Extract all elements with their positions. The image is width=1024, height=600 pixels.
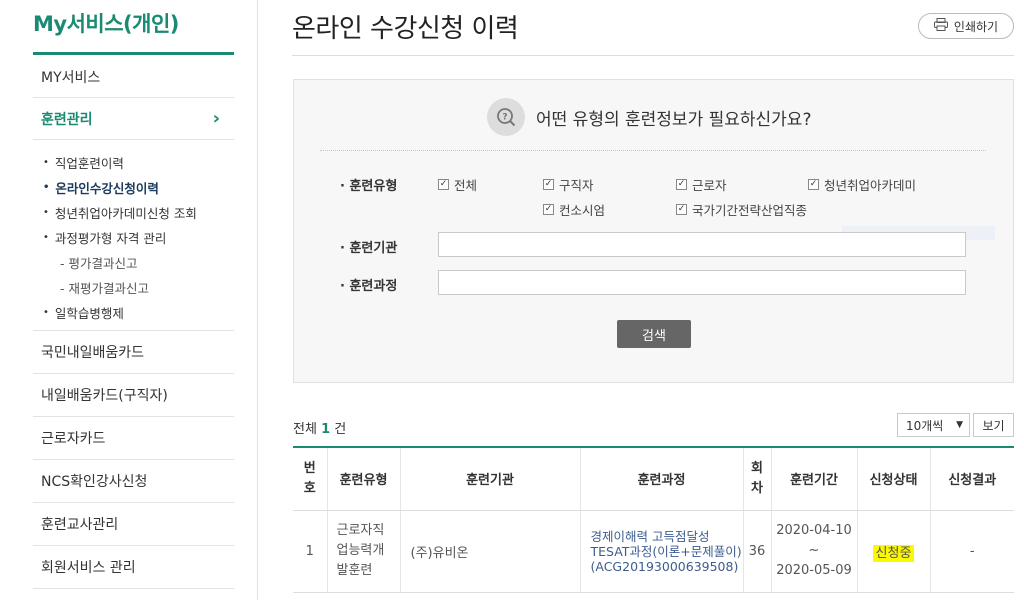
checkbox-youth-academy[interactable]: ✓ 청년취업아카데미 <box>808 175 916 194</box>
col-number: 번호 <box>293 447 328 511</box>
col-status: 신청상태 <box>857 447 931 511</box>
sidebar-item-member-service[interactable]: 회원서비스 관리 <box>33 546 234 589</box>
sidebar-item-training-management[interactable]: 훈련관리 › <box>33 98 234 140</box>
training-org-input[interactable] <box>438 232 966 257</box>
checkbox-jobseeker[interactable]: ✓ 구직자 <box>543 175 594 194</box>
search-question: 어떤 유형의 훈련정보가 필요하신가요? <box>536 110 812 130</box>
sidebar-item-national-card[interactable]: 국민내일배움카드 <box>33 331 234 374</box>
cell-round: 36 <box>743 510 772 593</box>
sidebar-title-underline <box>33 52 234 55</box>
training-org-label: · 훈련기관 <box>340 241 398 256</box>
sub-item-label: 직업훈련이력 <box>54 156 124 171</box>
sub-item-youth-academy[interactable]: • 청년취업아카데미신청 조회 <box>43 203 197 222</box>
col-course: 훈련과정 <box>580 447 744 511</box>
cell-course-link[interactable]: 경제이해력 고득점달성 TESAT과정(이론+문제풀이)(ACG20193000… <box>580 510 744 593</box>
training-type-label: · 훈련유형 <box>340 179 398 194</box>
search-button[interactable]: 검색 <box>617 320 691 348</box>
sidebar-item-ncs-instructor[interactable]: NCS확인강사신청 <box>33 460 234 503</box>
sub-item-course-evaluation[interactable]: • 과정평가형 자격 관리 <box>43 228 166 247</box>
training-org-label-text: 훈련기관 <box>349 241 398 256</box>
checkbox-national-strategic[interactable]: ✓ 국가기간전략산업직종 <box>676 200 807 219</box>
sidebar-item-worker-card[interactable]: 근로자카드 <box>33 417 234 460</box>
print-button[interactable]: 인쇄하기 <box>918 13 1014 39</box>
checkbox-all[interactable]: ✓ 전체 <box>438 175 477 194</box>
sub-item-work-learning[interactable]: • 일학습병행제 <box>43 303 124 322</box>
checkbox-checked-icon: ✓ <box>438 179 449 190</box>
sub-sub-item-label: 평가결과신고 <box>68 256 138 271</box>
page-size-value: 10개씩 <box>906 418 944 433</box>
total-prefix: 전체 <box>293 422 317 437</box>
page-size-select[interactable]: 10개씩 ▼ <box>897 413 970 437</box>
sub-item-training-history[interactable]: • 직업훈련이력 <box>43 153 124 172</box>
checkbox-worker[interactable]: ✓ 근로자 <box>676 175 727 194</box>
results-table: 번호 훈련유형 훈련기관 훈련과정 회차 훈련기간 신청상태 신청결과 1 근로… <box>293 446 1014 593</box>
page-title: 온라인 수강신청 이력 <box>292 14 519 44</box>
print-label: 인쇄하기 <box>953 19 999 34</box>
dotted-divider <box>320 150 986 151</box>
view-button[interactable]: 보기 <box>973 413 1014 437</box>
checkbox-checked-icon: ✓ <box>808 179 819 190</box>
checkbox-checked-icon: ✓ <box>676 179 687 190</box>
title-divider <box>292 55 1014 56</box>
chevron-right-icon: › <box>212 108 220 129</box>
cell-org: (주)유비온 <box>400 510 581 593</box>
sub-item-label: 청년취업아카데미신청 조회 <box>54 206 197 221</box>
total-suffix: 건 <box>334 422 347 437</box>
checkbox-label: 구직자 <box>559 178 594 193</box>
checkbox-label: 국가기간전략산업직종 <box>692 203 808 218</box>
checkbox-checked-icon: ✓ <box>543 179 554 190</box>
cell-period: 2020-04-10 ~ 2020-05-09 <box>771 510 858 593</box>
status-badge: 신청중 <box>872 544 915 562</box>
period-start: 2020-04-10 ~ <box>776 523 852 558</box>
training-course-label: · 훈련과정 <box>340 279 398 294</box>
checkbox-label: 근로자 <box>692 178 727 193</box>
training-type-label-text: 훈련유형 <box>349 179 398 194</box>
table-header-row: 번호 훈련유형 훈련기관 훈련과정 회차 훈련기간 신청상태 신청결과 <box>293 447 1014 511</box>
cell-status: 신청중 <box>857 510 931 593</box>
checkbox-consortium[interactable]: ✓ 컨소시엄 <box>543 200 605 219</box>
col-round: 회차 <box>743 447 772 511</box>
sidebar-item-teacher-management[interactable]: 훈련교사관리 <box>33 503 234 546</box>
checkbox-checked-icon: ✓ <box>543 204 554 215</box>
sidebar-title: My서비스(개인) <box>33 12 179 36</box>
printer-icon <box>933 18 948 34</box>
col-period: 훈련기간 <box>771 447 858 511</box>
sub-sub-item-evaluation-report[interactable]: - 평가결과신고 <box>60 253 138 272</box>
sub-item-online-application-history[interactable]: • 온라인수강신청이력 <box>43 178 159 197</box>
cell-result: - <box>930 510 1014 593</box>
period-end: 2020-05-09 <box>776 563 852 578</box>
table-row: 1 근로자직업능력개발훈련 (주)유비온 경제이해력 고득점달성 TESAT과정… <box>293 510 1014 593</box>
sub-item-label: 과정평가형 자격 관리 <box>54 231 167 246</box>
training-course-input[interactable] <box>438 270 966 295</box>
checkbox-checked-icon: ✓ <box>676 204 687 215</box>
question-icon: ? <box>487 98 525 136</box>
checkbox-label: 전체 <box>454 178 478 193</box>
checkbox-label: 청년취업아카데미 <box>824 178 917 193</box>
sidebar: My서비스(개인) MY서비스 훈련관리 › • 직업훈련이력 • 온라인수강신청이… <box>0 0 258 600</box>
col-result: 신청결과 <box>930 447 1014 511</box>
svg-text:?: ? <box>502 113 507 123</box>
training-course-label-text: 훈련과정 <box>349 279 398 294</box>
cell-number: 1 <box>293 510 328 593</box>
sub-sub-item-label: 재평가결과신고 <box>68 281 149 296</box>
page: My서비스(개인) MY서비스 훈련관리 › • 직업훈련이력 • 온라인수강신청이… <box>0 0 1024 600</box>
col-org: 훈련기관 <box>400 447 581 511</box>
total-number: 1 <box>321 422 331 437</box>
sub-sub-item-reevaluation-report[interactable]: - 재평가결과신고 <box>60 278 149 297</box>
sidebar-item-label: 훈련관리 <box>41 111 93 128</box>
total-count: 전체 1 건 <box>293 418 346 437</box>
sidebar-item-jobseeker-card[interactable]: 내일배움카드(구직자) <box>33 374 234 417</box>
sub-item-label: 일학습병행제 <box>54 306 124 321</box>
dropdown-arrow-icon: ▼ <box>956 420 963 430</box>
col-type: 훈련유형 <box>327 447 401 511</box>
sub-item-label: 온라인수강신청이력 <box>55 181 159 196</box>
sidebar-item-my-service[interactable]: MY서비스 <box>33 56 234 98</box>
cell-type: 근로자직업능력개발훈련 <box>327 510 401 593</box>
checkbox-label: 컨소시엄 <box>559 203 606 218</box>
